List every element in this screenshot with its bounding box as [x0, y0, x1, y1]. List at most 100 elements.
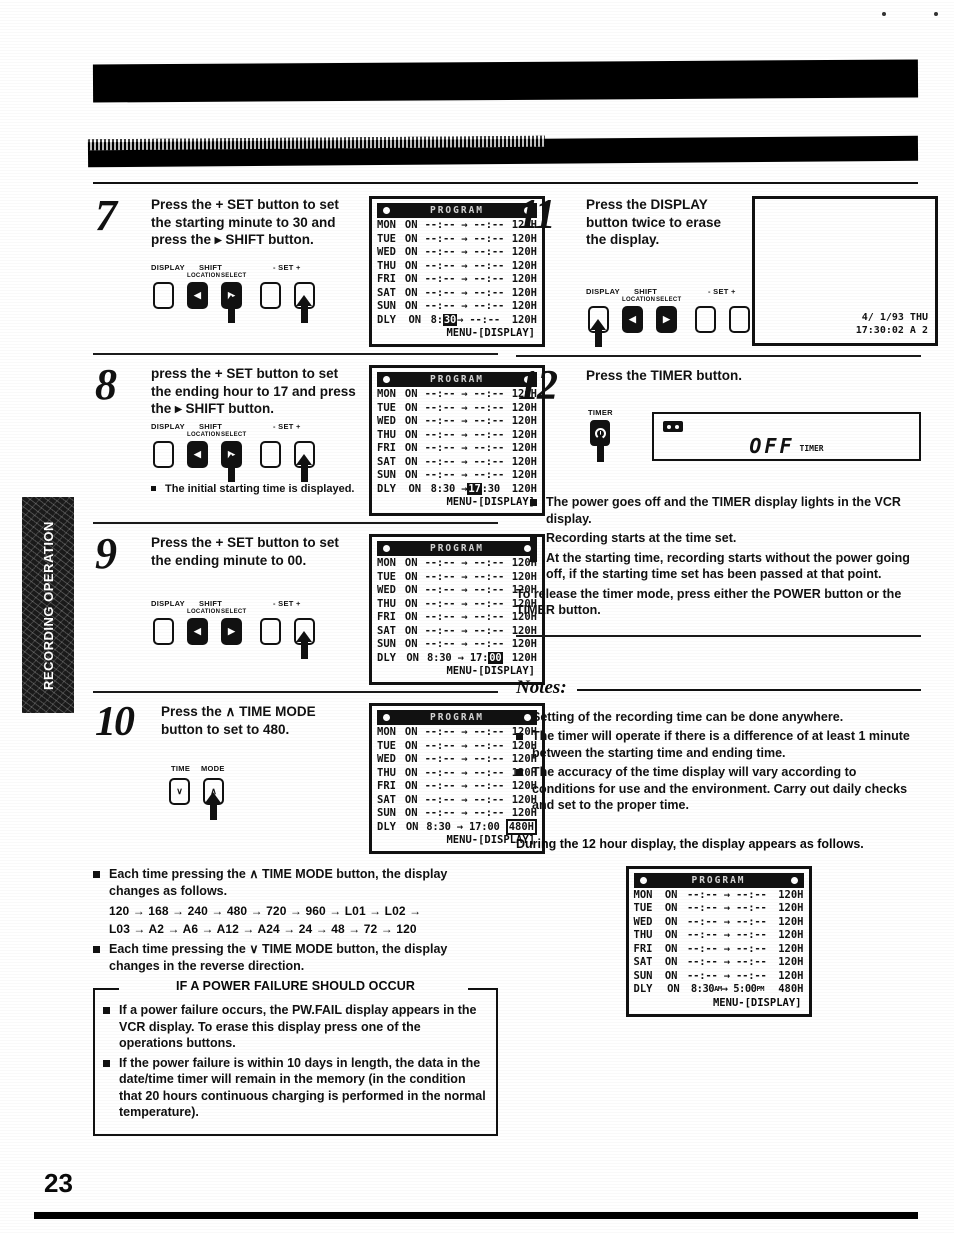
set-minus-button[interactable]	[260, 281, 281, 309]
shift-right-button[interactable]: ▶	[656, 305, 677, 333]
osd-on: ON	[404, 219, 418, 231]
step-number: 10	[95, 699, 135, 745]
osd-sched-suffix: :30	[481, 482, 501, 495]
osd-title-text: PROGRAM	[691, 874, 746, 886]
osd-row: FRI ON --:-- → --:-- 120H	[377, 611, 537, 625]
osd-sched: 8:30 → 17:00	[427, 651, 503, 666]
step-9: 9 Press the + SET button to set the endi…	[93, 524, 545, 691]
shift-button-label: SHIFT	[199, 262, 223, 272]
shift-left-button[interactable]: ◀	[187, 281, 208, 309]
set-plus-button[interactable]	[729, 305, 750, 333]
set-button-label: - SET +	[273, 262, 301, 272]
osd-day: DLY	[633, 983, 653, 995]
osd-title-text: PROGRAM	[429, 205, 485, 216]
osd-sched: --:-- → --:--	[424, 286, 505, 299]
step-12-instruction: Press the TIMER button.	[586, 367, 743, 383]
timer-result-bullet-1-text: The power goes off and the TIMER display…	[546, 495, 901, 526]
osd-day: THU	[377, 428, 396, 441]
osd-on: ON	[404, 739, 418, 752]
screen-timestamp: 4/ 1/93 THU 17:30:02 A 2	[856, 311, 928, 337]
osd-row: SAT ON --:-- → --:-- 120H	[634, 956, 804, 970]
osd-title-bar: PROGRAM	[633, 872, 804, 888]
osd-on: ON	[404, 624, 418, 637]
osd-duration: 120H	[778, 956, 804, 968]
osd-sched-suffix: → --:--	[457, 313, 501, 326]
osd-day: FRI	[377, 611, 396, 623]
osd-sched: --:-- → --:--	[424, 455, 505, 468]
osd-title-bar: PROGRAM	[377, 710, 537, 725]
osd-menu-line: MENU-[DISPLAY]	[446, 496, 535, 508]
osd-row: SAT ON --:-- → --:-- 120H	[377, 287, 537, 301]
left-column: 7 Press the + SET button to set the star…	[93, 186, 545, 1136]
osd-on: ON	[664, 969, 678, 982]
display-button[interactable]	[153, 618, 174, 645]
shift-left-button[interactable]: ◀	[187, 440, 208, 468]
osd-title-text: PROGRAM	[429, 543, 485, 554]
osd-day: MON	[377, 726, 396, 738]
display-button-label: DISPLAY	[151, 421, 185, 431]
display-button[interactable]	[153, 440, 174, 468]
osd-on: ON	[667, 983, 680, 995]
timer-release-text: To release the timer mode, press either …	[516, 586, 902, 618]
osd-day: TUE	[377, 739, 396, 752]
osd-on: ON	[404, 793, 418, 806]
step-number: 8	[95, 360, 117, 409]
osd-day: THU	[377, 766, 396, 779]
osd-sched-prefix: 8:30 → 17:	[427, 651, 489, 664]
osd-sched-prefix: 8:30 →	[430, 482, 468, 495]
bullet-square	[516, 713, 523, 721]
osd-row-dly: DLY ON 8:30→ --:-- 120H	[377, 313, 537, 328]
bullet-square	[93, 946, 100, 953]
osd-row: THU ON --:-- → --:-- 120H	[634, 929, 804, 943]
osd-on: ON	[664, 902, 678, 914]
step-7: 7 Press the + SET button to set the star…	[93, 186, 545, 353]
osd-day: TUE	[377, 570, 396, 583]
set-minus-button[interactable]	[695, 305, 716, 333]
step-9-button-diagram: DISPLAY SHIFT LOCATION SELECT - SET + ◀ …	[151, 599, 351, 661]
display-button[interactable]	[153, 281, 174, 309]
timer-result-bullet-2: Recording starts at the time set.	[530, 530, 921, 547]
bullet-square	[516, 769, 523, 776]
osd-row: WED ON --:-- → --:-- 120H	[377, 415, 537, 429]
vcr-display-panel: OFF TIMER	[652, 412, 921, 461]
shift-left-button[interactable]: ◀	[622, 305, 643, 333]
osd-row: SUN ON --:-- → --:-- 120H	[377, 300, 537, 314]
osd-title-bar: PROGRAM	[377, 203, 537, 218]
time-mode-down-button[interactable]: ∨	[169, 778, 190, 805]
osd-on: ON	[404, 807, 418, 819]
set-button-label: - SET +	[273, 599, 301, 608]
set-minus-button[interactable]	[260, 618, 281, 645]
shift-right-button[interactable]: ▶	[221, 618, 242, 645]
step-8-footnote-text: The initial starting time is displayed.	[165, 482, 355, 495]
osd-menu-line: MENU-[DISPLAY]	[446, 665, 535, 677]
step-7-button-diagram: DISPLAY SHIFT LOCATION SELECT - SET + ◀ …	[151, 263, 351, 325]
step-8-instruction: press the + SET button to set the ending…	[151, 366, 356, 416]
step-number: 12	[518, 362, 558, 409]
step-number: 7	[95, 191, 117, 240]
osd-row: TUE ON --:-- → --:-- 120H	[377, 740, 537, 754]
osd-row: TUE ON --:-- → --:-- 120H	[634, 902, 804, 916]
bullet-square	[530, 535, 537, 542]
note-item: Setting of the recording time can be don…	[516, 709, 921, 726]
osd-on: ON	[404, 469, 418, 481]
osd-menu-line: MENU-[DISPLAY]	[446, 834, 535, 846]
osd-day: THU	[633, 929, 653, 941]
osd-day: WED	[633, 915, 653, 928]
time-mode-sequence-line-2: L03 → A2 → A6 → A12 → A24 → 24 → 48 → 72…	[109, 922, 417, 936]
osd-title-bar: PROGRAM	[377, 372, 537, 387]
shift-left-button[interactable]: ◀	[187, 618, 208, 645]
power-failure-title-text: IF A POWER FAILURE SHOULD OCCUR	[170, 979, 421, 993]
power-failure-bullet-2: If the power failure is within 10 days i…	[103, 1055, 488, 1121]
osd-sched: --:-- → --:--	[424, 469, 505, 481]
osd-on: ON	[404, 570, 418, 583]
osd-day: WED	[377, 415, 396, 427]
osd-on: ON	[664, 942, 678, 955]
time-mode-bullet-2: Each time pressing the ∨ TIME MODE butto…	[93, 941, 498, 974]
set-minus-button[interactable]	[260, 440, 281, 468]
osd-menu-line: MENU-[DISPLAY]	[446, 327, 535, 339]
osd-on: ON	[404, 246, 418, 258]
osd-highlight: 00	[488, 651, 503, 664]
osd-sched-prefix: 8:	[430, 313, 443, 326]
step-8: 8 press the + SET button to set the endi…	[93, 355, 545, 522]
osd-rows-step7: MON ON --:-- → --:-- 120H TUE ON --:-- → --:-…	[377, 219, 537, 327]
